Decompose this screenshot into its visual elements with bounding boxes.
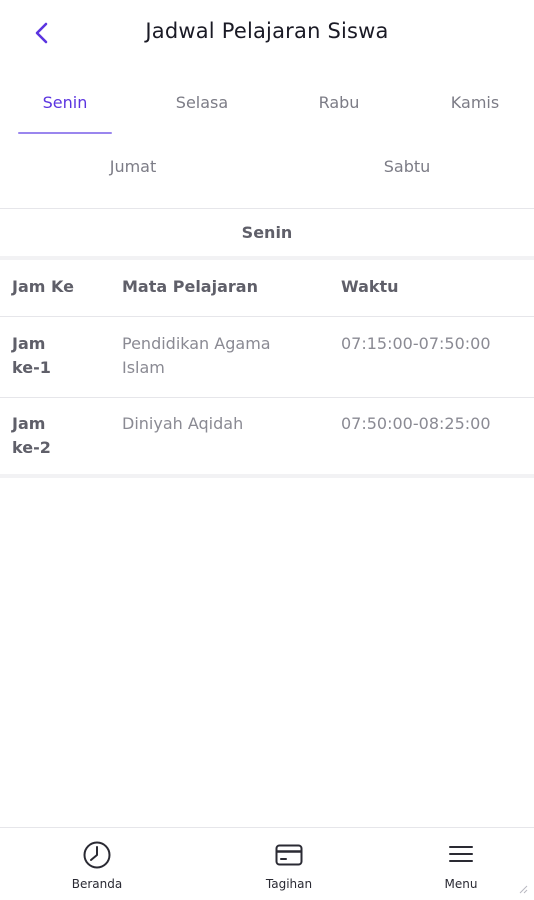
- resize-grip-icon: [519, 885, 528, 894]
- table-row: Jam ke-1 Pendidikan Agama Islam 07:15:00…: [0, 317, 534, 397]
- jam-ke-line: Jam: [12, 414, 46, 433]
- mata-pelajaran-line: Islam: [122, 358, 165, 377]
- waktu-cell: 07:15:00-07:50:00: [341, 334, 491, 353]
- tab-sabtu[interactable]: Sabtu: [334, 142, 480, 190]
- page-title: Jadwal Pelajaran Siswa: [145, 19, 389, 43]
- selected-day-label: Senin: [241, 222, 293, 242]
- waktu-cell: 07:50:00-08:25:00: [341, 414, 491, 433]
- day-tabs-row-1: Senin Selasa Rabu Kamis: [0, 78, 534, 136]
- jam-ke-cell: Jam ke-2: [12, 412, 51, 460]
- tab-selasa[interactable]: Selasa: [155, 78, 249, 126]
- hamburger-menu-icon: [449, 846, 473, 862]
- nav-menu[interactable]: Menu: [401, 828, 521, 900]
- card-icon: [275, 844, 303, 866]
- nav-tagihan[interactable]: Tagihan: [229, 828, 349, 900]
- active-tab-indicator: [18, 132, 112, 134]
- column-header-mata-pelajaran: Mata Pelajaran: [122, 277, 258, 296]
- nav-label-tagihan: Tagihan: [265, 877, 313, 891]
- jam-ke-line: Jam: [12, 334, 46, 353]
- table-bottom-divider: [0, 474, 534, 478]
- nav-beranda[interactable]: Beranda: [37, 828, 157, 900]
- jam-ke-cell: Jam ke-1: [12, 332, 51, 380]
- column-header-waktu: Waktu: [341, 277, 399, 296]
- jam-ke-line: ke-2: [12, 438, 51, 457]
- mata-pelajaran-cell: Pendidikan Agama Islam: [122, 332, 271, 380]
- tab-rabu[interactable]: Rabu: [292, 78, 386, 126]
- clock-icon: [83, 841, 111, 869]
- mata-pelajaran-line: Pendidikan Agama: [122, 334, 271, 353]
- mata-pelajaran-line: Diniyah Aqidah: [122, 414, 244, 433]
- mata-pelajaran-cell: Diniyah Aqidah: [122, 412, 243, 436]
- day-tabs-row-2: Jumat Sabtu: [0, 142, 534, 192]
- tab-senin[interactable]: Senin: [18, 78, 112, 126]
- table-row: Jam ke-2 Diniyah Aqidah 07:50:00-08:25:0…: [0, 398, 534, 474]
- nav-label-beranda: Beranda: [71, 877, 123, 891]
- jam-ke-line: ke-1: [12, 358, 51, 377]
- app-header: Jadwal Pelajaran Siswa: [0, 0, 534, 68]
- nav-label-menu: Menu: [444, 877, 478, 891]
- bottom-navigation: Beranda Tagihan Menu: [0, 827, 534, 900]
- tab-jumat[interactable]: Jumat: [60, 142, 206, 190]
- table-header-row: Jam Ke Mata Pelajaran Waktu: [0, 260, 534, 316]
- column-header-jam-ke: Jam Ke: [12, 277, 74, 296]
- tab-kamis[interactable]: Kamis: [428, 78, 522, 126]
